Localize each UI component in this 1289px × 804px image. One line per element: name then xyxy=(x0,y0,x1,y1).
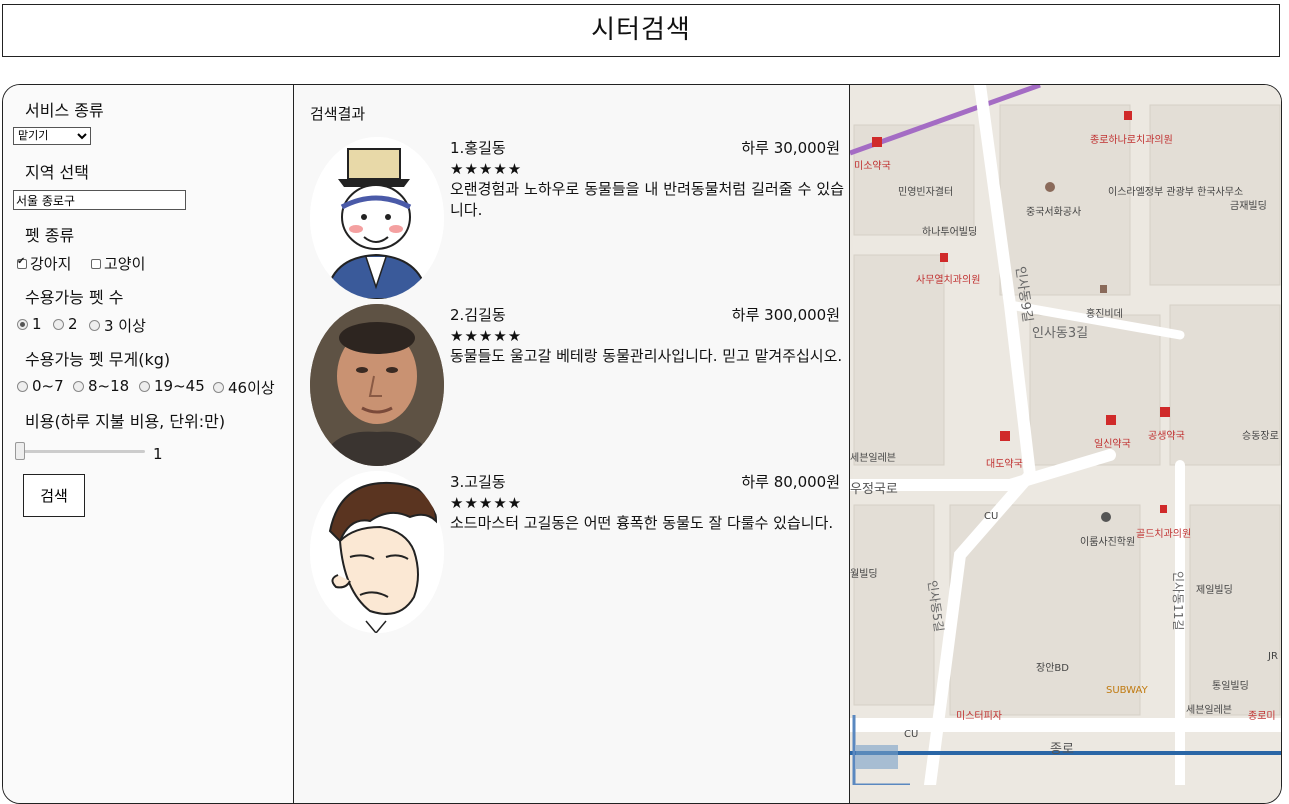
search-button[interactable]: 검색 xyxy=(23,474,85,517)
pet-weight-19-45[interactable]: 19~45 xyxy=(139,377,205,395)
map-canvas[interactable]: 종로하나로치과의원 미소약국 민영빈자결터 중국서화공사 이스라엘정부 관광부 … xyxy=(843,85,1282,791)
map-label: 종로하나로치과의원 xyxy=(1090,133,1173,146)
pet-weight-0-7-label: 0~7 xyxy=(32,377,64,395)
pet-weight-0-7-radio[interactable] xyxy=(17,380,28,392)
main-frame: 서비스 종류 맡기기 지역 선택 펫 종류 강아지 고양이 수용가능 펫 수 1 xyxy=(2,84,1282,804)
map-view[interactable]: 종로하나로치과의원 미소약국 민영빈자결터 중국서화공사 이스라엘정부 관광부 … xyxy=(843,85,1282,803)
cost-slider-thumb[interactable] xyxy=(15,442,25,460)
map-label: 인사동3길 xyxy=(1032,326,1088,341)
map-label: CU xyxy=(904,729,918,740)
rating-stars: ★★★★★ xyxy=(450,327,523,345)
pet-count-3[interactable]: 3 이상 xyxy=(89,315,146,336)
dog-checkbox[interactable] xyxy=(17,256,27,269)
map-label: CU xyxy=(984,511,998,522)
rating-stars: ★★★★★ xyxy=(450,494,523,512)
pet-weight-19-45-radio[interactable] xyxy=(139,380,150,392)
sitter-avatar-1 xyxy=(310,137,444,299)
pet-type-dog[interactable]: 강아지 xyxy=(17,253,71,274)
map-label: 미스터피자 xyxy=(956,710,1002,722)
pet-count-1-radio[interactable] xyxy=(17,318,28,330)
map-label: 승동장로 xyxy=(1242,430,1279,442)
pet-count-label: 수용가능 펫 수 xyxy=(25,288,124,307)
sitter-description: 동물들도 울고갈 베테랑 동물관리사입니다. 믿고 맡겨주십시오. xyxy=(450,347,843,365)
sitter-description: 소드마스터 고길동은 어떤 흉폭한 동물도 잘 다룰수 있습니다. xyxy=(450,514,834,532)
pet-count-group: 1 2 3 이상 xyxy=(17,315,277,335)
cat-checkbox[interactable] xyxy=(91,258,101,269)
map-label: 이룸사진학원 xyxy=(1080,536,1135,548)
map-label: 우정국로 xyxy=(850,482,898,497)
map-label: 이스라엘정부 관광부 한국사무소 xyxy=(1108,185,1243,198)
map-label: 종로미 xyxy=(1248,710,1276,722)
map-label: 통일빌딩 xyxy=(1212,680,1249,692)
map-label: 일신약국 xyxy=(1094,438,1131,450)
dog-label: 강아지 xyxy=(30,255,72,273)
sitter-name[interactable]: 1.홍길동 xyxy=(450,137,506,158)
pet-weight-46[interactable]: 46이상 xyxy=(213,377,275,398)
filter-panel: 서비스 종류 맡기기 지역 선택 펫 종류 강아지 고양이 수용가능 펫 수 1 xyxy=(3,85,294,803)
pet-weight-8-18-label: 8~18 xyxy=(88,377,130,395)
map-label: 월빌딩 xyxy=(850,568,878,580)
map-label: SUBWAY xyxy=(1106,685,1149,696)
pet-type-group: 강아지 고양이 xyxy=(17,253,277,273)
pet-weight-group: 0~7 8~18 19~45 46이상 xyxy=(17,377,293,397)
pet-count-3-radio[interactable] xyxy=(89,320,100,331)
map-label: 세븐일레븐 xyxy=(850,452,896,464)
pet-count-3-label: 3 이상 xyxy=(104,317,146,335)
cost-value: 1 xyxy=(153,445,163,463)
map-label: 골드치과의원 xyxy=(1136,528,1191,540)
sitter-avatar-3 xyxy=(310,471,444,633)
pet-count-2-label: 2 xyxy=(68,315,78,333)
pet-weight-0-7[interactable]: 0~7 xyxy=(17,377,64,395)
pet-weight-8-18-radio[interactable] xyxy=(73,380,84,392)
map-label: 금재빌딩 xyxy=(1230,200,1267,212)
map-label: 장안BD xyxy=(1036,662,1069,674)
map-label: 민영빈자결터 xyxy=(898,186,953,198)
result-card[interactable]: 3.고길동 하루 80,000원 ★★★★★ 소드마스터 고길동은 어떤 흉폭한… xyxy=(310,471,844,636)
pet-weight-46-label: 46이상 xyxy=(228,379,275,397)
map-label: 세븐일레븐 xyxy=(1186,704,1232,716)
sitter-price: 하루 80,000원 xyxy=(741,473,840,491)
map-label: 대도약국 xyxy=(986,458,1023,470)
cost-slider-track[interactable] xyxy=(17,450,145,453)
results-panel: 검색결과 1.홍길동 하루 30,000원 ★★★★★ 오랜경험과 노하우로 동… xyxy=(294,85,850,803)
map-label: 공생약국 xyxy=(1148,430,1185,442)
map-label: 하나투어빌딩 xyxy=(922,225,977,238)
sitter-name[interactable]: 3.고길동 xyxy=(450,471,506,492)
pet-count-1-label: 1 xyxy=(32,315,42,333)
sitter-avatar-2 xyxy=(310,304,444,466)
sitter-name[interactable]: 2.김길동 xyxy=(450,304,506,325)
map-label: 종로 xyxy=(1050,742,1074,757)
map-label: 중국서화공사 xyxy=(1026,206,1081,218)
sitter-price: 하루 30,000원 xyxy=(741,139,840,157)
region-label: 지역 선택 xyxy=(25,163,89,182)
page-title: 시터검색 xyxy=(2,4,1280,57)
map-label: 사무열치과의원 xyxy=(916,274,980,286)
pet-count-2[interactable]: 2 xyxy=(53,315,78,333)
map-label: JR xyxy=(1267,651,1278,662)
pet-weight-label: 수용가능 펫 무게(kg) xyxy=(25,350,171,369)
region-input[interactable] xyxy=(13,190,186,210)
cat-label: 고양이 xyxy=(104,255,146,273)
map-label: 미소약국 xyxy=(854,160,891,172)
pet-weight-46-radio[interactable] xyxy=(213,382,224,393)
service-label: 서비스 종류 xyxy=(25,101,104,120)
result-card[interactable]: 1.홍길동 하루 30,000원 ★★★★★ 오랜경험과 노하우로 동물들을 내… xyxy=(310,137,844,302)
sitter-description: 오랜경험과 노하우로 동물들을 내 반려동물처럼 길러줄 수 있습니다. xyxy=(450,180,844,219)
sitter-price: 하루 300,000원 xyxy=(731,306,840,324)
results-heading: 검색결과 xyxy=(310,105,366,123)
pet-weight-8-18[interactable]: 8~18 xyxy=(73,377,129,395)
pet-weight-19-45-label: 19~45 xyxy=(154,377,205,395)
map-label: 제일빌딩 xyxy=(1196,584,1233,596)
map-label: 홍진비데 xyxy=(1086,307,1123,320)
cost-label: 비용(하루 지불 비용, 단위:만) xyxy=(25,412,226,431)
pet-type-label: 펫 종류 xyxy=(25,226,75,245)
pet-count-1[interactable]: 1 xyxy=(17,315,42,333)
pet-count-2-radio[interactable] xyxy=(53,318,64,330)
result-card[interactable]: 2.김길동 하루 300,000원 ★★★★★ 동물들도 울고갈 베테랑 동물관… xyxy=(310,304,844,469)
pet-type-cat[interactable]: 고양이 xyxy=(91,253,145,274)
map-label: 인사동11길 xyxy=(1171,571,1185,630)
rating-stars: ★★★★★ xyxy=(450,160,523,178)
service-select[interactable]: 맡기기 xyxy=(13,127,91,145)
